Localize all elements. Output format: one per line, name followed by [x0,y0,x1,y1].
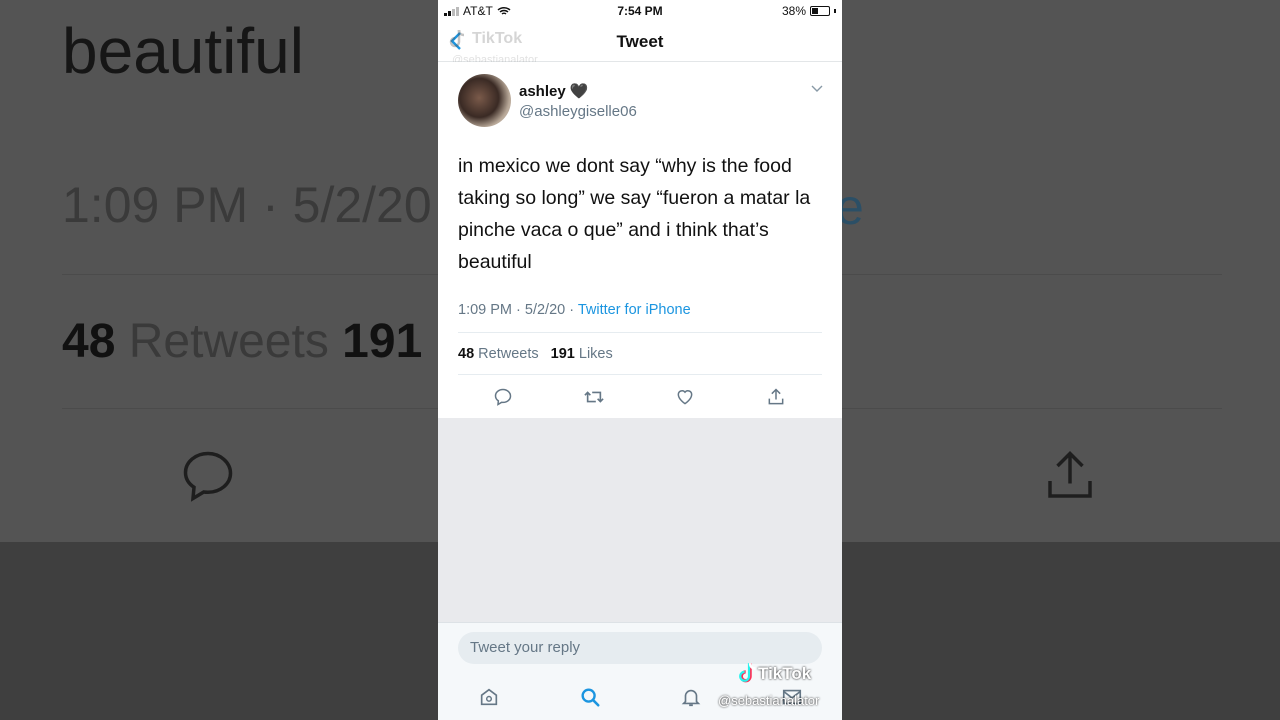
heart-icon [677,390,693,405]
like-button[interactable] [672,384,698,410]
tab-home[interactable] [476,684,502,710]
retweet-label[interactable]: Retweets [478,346,538,362]
search-icon [581,688,600,707]
tiktok-corner-name: TikTok [758,664,812,683]
battery-group: 38% [782,4,836,18]
tweet-meta: 1:09 PM · 5/2/20 · Twitter for iPhone [458,302,691,318]
battery-cap [834,9,836,13]
page-title: Tweet [616,32,664,51]
background-stats: 48 Retweets 191 [62,314,422,369]
avatar[interactable] [458,74,511,127]
empty-replies-area [438,418,842,622]
like-count[interactable]: 191 [551,346,575,362]
retweet-count[interactable]: 48 [458,346,474,362]
tweet-source-link[interactable]: Twitter for iPhone [578,302,691,318]
tweet-timestamp: 1:09 PM · 5/2/20 · [458,302,578,318]
tab-notifications[interactable] [678,684,704,710]
bell-icon [681,689,701,707]
tiktok-logo-icon [739,662,756,683]
battery-icon [810,6,830,16]
tweet-detail: ashley 🖤 @ashleygiselle06 in mexico we d… [438,62,842,418]
tiktok-corner-handle: @sebastianalator [718,693,820,708]
background-speech-bubble-icon [183,451,233,502]
like-label[interactable]: Likes [579,346,613,362]
user-handle[interactable]: @ashleygiselle06 [519,103,637,120]
divider [458,374,822,375]
tweet-stats: 48 Retweets 191 Likes [458,346,621,362]
reply-input[interactable]: Tweet your reply [458,632,822,664]
retweet-button[interactable] [581,384,607,410]
reply-button[interactable] [490,384,516,410]
tiktok-watermark-corner: TikTok @sebastianalator [718,660,819,708]
display-name[interactable]: ashley 🖤 [519,82,589,100]
background-share-icon [1048,451,1092,498]
speech-bubble-icon [494,388,512,406]
tweet-text: in mexico we dont say “why is the food t… [458,155,811,273]
share-button[interactable] [763,384,789,410]
background-word: beautiful [62,15,304,87]
retweet-icon [584,391,604,403]
home-icon [480,688,498,706]
tab-search[interactable] [577,684,603,710]
battery-percent: 38% [781,4,806,18]
share-icon [768,388,784,405]
background-retweet-label: Retweets [128,315,329,368]
background-retweet-count: 48 [62,315,116,368]
navigation-bar: TikTok @sebastianalator Tweet [438,22,842,66]
divider [458,332,822,333]
background-likes-count: 191 [342,315,423,368]
tweet-actions [438,384,842,410]
status-bar: AT&T 7:54 PM 38% [438,0,842,22]
phone-screen: AT&T 7:54 PM 38% TikTok @sebastianalator… [438,0,842,720]
background-time: 1:09 PM · 5/2/20 [62,177,432,233]
chevron-down-icon[interactable] [810,84,824,94]
